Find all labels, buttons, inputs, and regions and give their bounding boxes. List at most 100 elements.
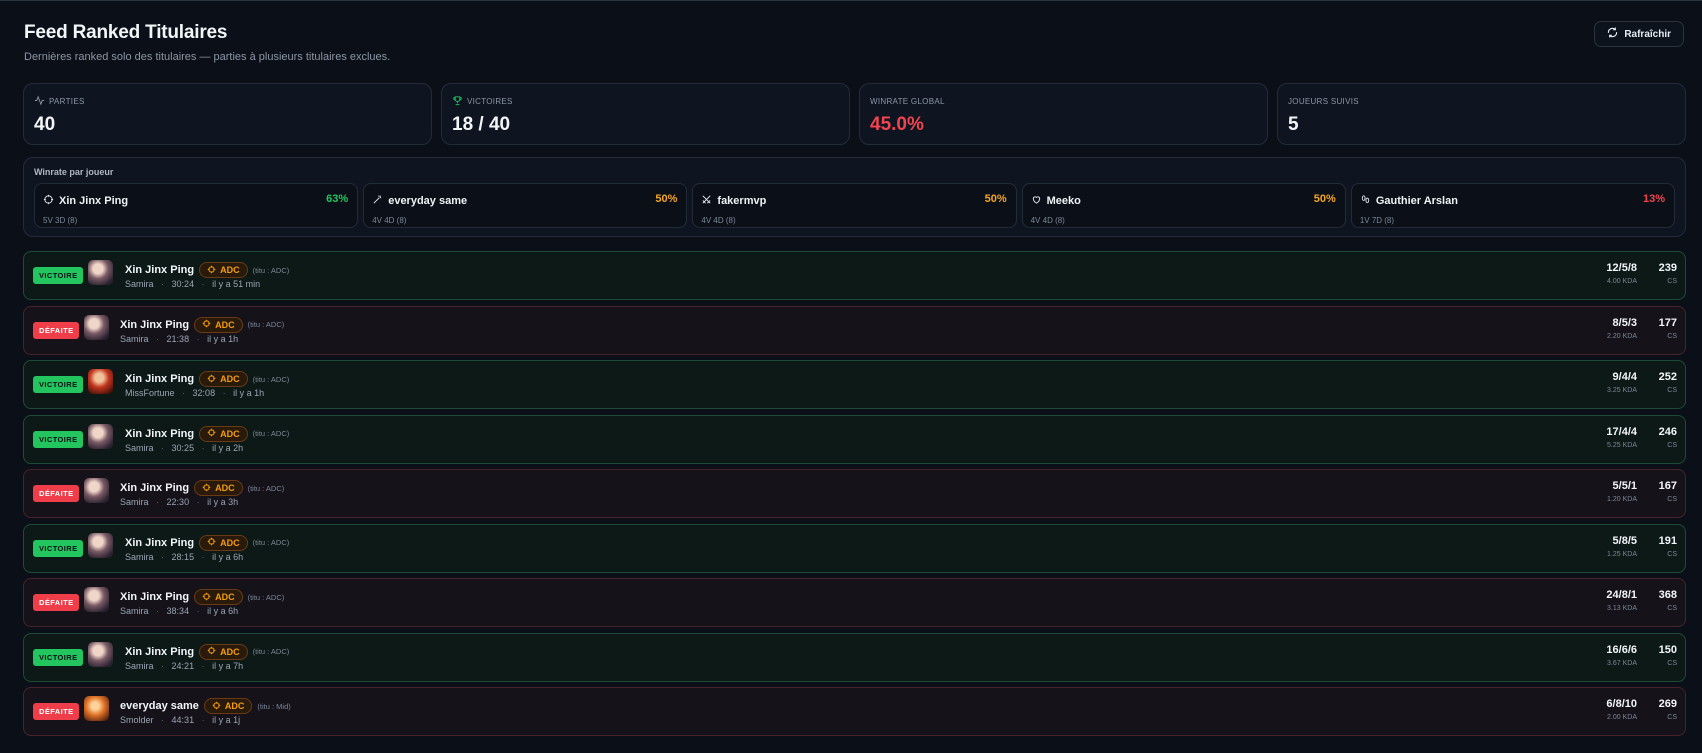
kda-value: 5/5/1 xyxy=(1612,480,1637,492)
match-row[interactable]: VICTOIRE Xin Jinx Ping ADC (titu : ADC) … xyxy=(23,414,1686,464)
crosshair-icon xyxy=(207,265,216,276)
winrate-record: 4V 4D (8) xyxy=(701,216,736,225)
match-duration: 24:21 xyxy=(171,660,195,671)
titu-role: (titu : ADC) xyxy=(252,647,290,656)
cs-label: CS xyxy=(1667,659,1677,667)
winrate-card[interactable]: Gauthier Arslan 13% 1V 7D (8) xyxy=(1350,183,1676,228)
role-badge: ADC xyxy=(199,534,248,551)
match-player-name[interactable]: Xin Jinx Ping xyxy=(125,646,194,658)
role-badge: ADC xyxy=(203,698,253,714)
winrate-card[interactable]: Meeko 50% 4V 4D (8) xyxy=(1021,183,1346,228)
winrate-record: 4V 4D (8) xyxy=(1030,216,1065,225)
titu-role: (titu : ADC) xyxy=(247,483,285,493)
stat-label: JOUEURS SUIVIS xyxy=(1288,96,1359,106)
result-badge: DÉFAITE xyxy=(33,594,80,611)
champion-avatar xyxy=(84,696,109,721)
match-duration: 22:30 xyxy=(166,497,190,507)
match-player-name[interactable]: Xin Jinx Ping xyxy=(120,482,189,494)
champion-avatar xyxy=(84,478,109,503)
winrate-card[interactable]: Xin Jinx Ping 63% 5V 3D (8) xyxy=(34,183,359,228)
cs-block: 246 CS xyxy=(1659,426,1677,449)
match-player-name[interactable]: Xin Jinx Ping xyxy=(125,264,194,276)
kda-ratio: 4.00 KDA xyxy=(1607,278,1637,285)
kda-block: 6/8/10 2.00 KDA xyxy=(1606,698,1637,721)
titu-role: (titu : ADC) xyxy=(252,429,290,438)
match-player-name[interactable]: everyday same xyxy=(120,700,199,712)
titu-role: (titu : ADC) xyxy=(247,592,285,602)
match-duration: 21:38 xyxy=(166,333,190,344)
cs-value: 150 xyxy=(1658,643,1677,656)
result-badge: VICTOIRE xyxy=(33,539,84,557)
match-row[interactable]: VICTOIRE Xin Jinx Ping ADC (titu : ADC) … xyxy=(23,251,1686,300)
champion-name: Samira xyxy=(120,606,149,616)
kda-value: 24/8/1 xyxy=(1606,589,1637,601)
winrate-card[interactable]: fakermvp 50% 4V 4D (8) xyxy=(692,183,1017,228)
crosshair-icon xyxy=(202,483,211,494)
kda-ratio: 2.20 KDA xyxy=(1607,332,1637,340)
kda-ratio: 2.00 KDA xyxy=(1607,714,1637,721)
role-label: ADC xyxy=(220,646,240,657)
cs-value: 191 xyxy=(1658,534,1677,547)
result-badge: DÉFAITE xyxy=(33,703,80,720)
crosshair-icon xyxy=(207,374,216,385)
winrate-record: 1V 7D (8) xyxy=(1359,216,1395,225)
winrate-player-name: everyday same xyxy=(388,195,468,207)
role-label: ADC xyxy=(215,483,235,493)
winrate-player-name: Xin Jinx Ping xyxy=(59,195,129,207)
match-time-ago: il y a 1h xyxy=(233,388,265,398)
champion-avatar xyxy=(88,641,113,667)
match-duration: 32:08 xyxy=(192,388,216,398)
stat-value: 18 / 40 xyxy=(452,114,511,135)
match-player-name[interactable]: Xin Jinx Ping xyxy=(120,591,189,603)
match-row[interactable]: VICTOIRE Xin Jinx Ping ADC (titu : ADC) … xyxy=(23,523,1686,573)
match-time-ago: il y a 51 min xyxy=(212,279,261,289)
kda-value: 17/4/4 xyxy=(1606,425,1637,438)
match-row[interactable]: VICTOIRE Xin Jinx Ping ADC (titu : ADC) … xyxy=(23,360,1686,409)
winrate-panel: Winrate par joueur Xin Jinx Ping 63% 5V … xyxy=(23,157,1686,237)
champion-name: Samira xyxy=(120,333,149,344)
cs-block: 368 CS xyxy=(1659,589,1677,612)
winrate-cards: Xin Jinx Ping 63% 5V 3D (8) everyday sam… xyxy=(34,183,1676,228)
match-player-name[interactable]: Xin Jinx Ping xyxy=(125,537,194,549)
footprints-icon xyxy=(1360,192,1371,210)
match-player-name[interactable]: Xin Jinx Ping xyxy=(125,428,194,440)
stat-card-victoires: VICTOIRES 18 / 40 xyxy=(441,83,850,145)
cs-value: 239 xyxy=(1658,262,1677,274)
result-badge: VICTOIRE xyxy=(33,430,84,448)
kda-ratio: 3.25 KDA xyxy=(1607,387,1637,394)
winrate-panel-title: Winrate par joueur xyxy=(34,167,114,177)
titu-role: (titu : ADC) xyxy=(252,374,290,384)
role-badge: ADC xyxy=(199,262,248,278)
crosshair-icon xyxy=(207,428,216,439)
cs-value: 252 xyxy=(1658,371,1677,383)
winrate-percent: 50% xyxy=(1313,193,1336,205)
winrate-card[interactable]: everyday same 50% 4V 4D (8) xyxy=(363,183,688,228)
match-row[interactable]: DÉFAITE Xin Jinx Ping ADC (titu : ADC) S… xyxy=(23,305,1686,355)
cs-label: CS xyxy=(1667,278,1677,285)
role-label: ADC xyxy=(220,428,240,439)
stat-card-joueurs: JOUEURS SUIVIS 5 xyxy=(1277,83,1686,145)
role-badge: ADC xyxy=(199,425,248,442)
titu-role: (titu : Mid) xyxy=(257,701,291,711)
winrate-player-name: Gauthier Arslan xyxy=(1375,195,1458,207)
refresh-button[interactable]: Rafraîchir xyxy=(1594,21,1684,47)
winrate-percent: 63% xyxy=(326,193,349,205)
winrate-player-name: fakermvp xyxy=(717,195,767,207)
match-player-name[interactable]: Xin Jinx Ping xyxy=(120,319,189,331)
crosshair-icon xyxy=(207,646,216,657)
role-label: ADC xyxy=(215,592,235,602)
match-row[interactable]: DÉFAITE everyday same ADC (titu : Mid) S… xyxy=(23,687,1686,736)
crosshair-icon xyxy=(212,701,221,712)
stat-value: 40 xyxy=(34,114,56,135)
match-row[interactable]: VICTOIRE Xin Jinx Ping ADC (titu : ADC) … xyxy=(23,632,1686,682)
champion-avatar xyxy=(88,532,113,558)
kda-ratio: 5.25 KDA xyxy=(1607,441,1637,449)
match-row[interactable]: DÉFAITE Xin Jinx Ping ADC (titu : ADC) S… xyxy=(23,578,1686,627)
role-badge: ADC xyxy=(194,316,243,333)
kda-value: 5/8/5 xyxy=(1612,534,1637,547)
match-player-name[interactable]: Xin Jinx Ping xyxy=(125,373,194,385)
match-row[interactable]: DÉFAITE Xin Jinx Ping ADC (titu : ADC) S… xyxy=(23,469,1686,518)
top-border xyxy=(0,0,1702,1)
winrate-percent: 50% xyxy=(655,193,678,205)
match-time-ago: il y a 7h xyxy=(212,660,244,671)
